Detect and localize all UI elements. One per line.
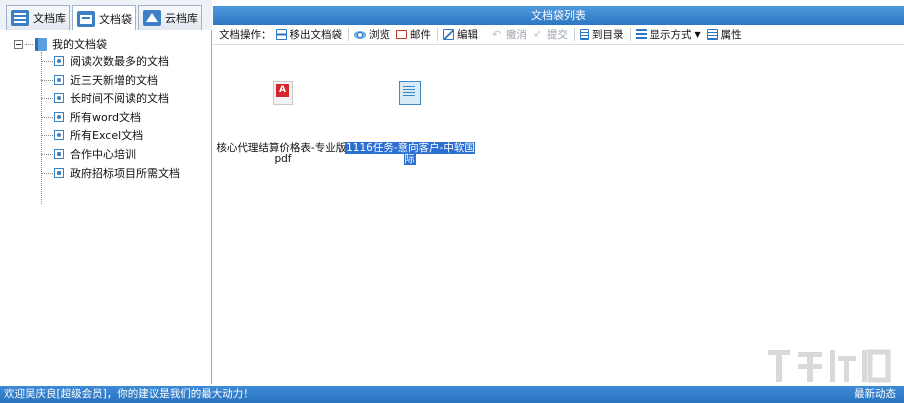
undo-button[interactable]: ↶ 撤消 (492, 27, 527, 42)
tree-item[interactable]: 所有word文档 (41, 109, 141, 125)
latest-news-link[interactable]: 最新动态 (854, 386, 896, 403)
tree-item-label: 阅读次数最多的文档 (70, 55, 169, 68)
tab-label: 文档库 (33, 12, 66, 25)
file-name: 核心代理结算价格表-专业版. pdf (216, 143, 349, 165)
tab-label: 文档袋 (99, 12, 132, 26)
tree-item-label: 所有Excel文档 (70, 129, 144, 142)
tree-item[interactable]: 政府招标项目所需文档 (41, 165, 180, 181)
browse-button[interactable]: 浏览 (354, 27, 390, 42)
tree-item-label: 合作中心培训 (70, 148, 136, 161)
submit-label: 提交 (547, 29, 568, 41)
toolbar-separator (629, 28, 631, 41)
toolbar-separator (574, 28, 575, 41)
tree-item-label: 政府招标项目所需文档 (70, 167, 180, 180)
file-name-line2: pdf (274, 153, 292, 165)
person-node-icon (54, 168, 64, 178)
tree-connector (25, 43, 33, 45)
tree-item[interactable]: 合作中心培训 (41, 146, 136, 162)
submit-button[interactable]: ➶ 提交 (533, 27, 568, 42)
excel-file-icon (399, 81, 421, 105)
mail-button[interactable]: 邮件 (396, 27, 431, 42)
tree-root-label: 我的文档袋 (52, 38, 107, 51)
undo-label: 撤消 (506, 29, 527, 41)
toolbar-prefix: 文档操作： (219, 29, 272, 41)
pencil-icon (443, 29, 454, 40)
tree-connector (41, 134, 53, 136)
move-out-label: 移出文档袋 (289, 29, 343, 41)
to-directory-label: 到目录 (592, 29, 624, 41)
status-welcome-text: 欢迎吴庆良[超级会员]，你的建议是我们的最大动力！ (4, 388, 254, 400)
toolbar-separator (348, 28, 349, 41)
edit-button[interactable]: 编辑 (443, 27, 478, 42)
file-item-excel[interactable]: 1116任务-意向客户-中软国际 (345, 81, 475, 165)
file-name-line1: 1116任务-意向客户-中软国际 (345, 142, 475, 165)
view-node-icon (54, 130, 64, 140)
tree-item[interactable]: 长时间不阅读的文档 (41, 90, 169, 106)
view-node-icon (54, 56, 64, 66)
tree-item-label: 近三天新增的文档 (70, 74, 158, 87)
display-mode-label: 显示方式 (649, 29, 692, 41)
tree-item-label: 长时间不阅读的文档 (70, 92, 169, 105)
folder-icon (77, 10, 95, 27)
tree-connector (41, 97, 53, 99)
tab-label: 云档库 (165, 12, 198, 25)
file-name-selected: 1116任务-意向客户-中软国际 (345, 142, 475, 165)
dropdown-arrow-icon: ▼ (694, 30, 701, 39)
tree-item[interactable]: 近三天新增的文档 (41, 72, 158, 88)
tab-document-bag[interactable]: 文档袋 (72, 5, 136, 31)
tree-item-label: 所有word文档 (70, 111, 142, 124)
document-toolbar: 文档操作： 移出文档袋 浏览 邮件 编辑 ↶ 撤消 ➶ 提交 到目录 显示方式 … (213, 25, 904, 45)
to-directory-button[interactable]: 到目录 (580, 27, 624, 42)
tree-root[interactable]: 我的文档袋 (14, 36, 107, 52)
eye-icon (354, 30, 366, 39)
display-mode-dropdown[interactable]: 显示方式 ▼ (635, 27, 701, 42)
tree-item[interactable]: 所有Excel文档 (41, 127, 143, 143)
left-tab-strip: 文档库 文档袋 云档库 (0, 0, 212, 31)
status-bar: 欢迎吴庆良[超级会员]，你的建议是我们的最大动力！ 最新动态 (0, 386, 904, 403)
file-item-pdf[interactable]: 核心代理结算价格表-专业版. pdf (213, 81, 353, 165)
list-icon (11, 10, 29, 26)
panel-title: 文档袋列表 (213, 6, 904, 25)
tree-connector (41, 116, 53, 118)
tree-connector (41, 79, 53, 81)
edit-label: 编辑 (457, 29, 478, 41)
move-out-button[interactable]: 移出文档袋 (275, 27, 343, 42)
tree-connector (41, 60, 53, 62)
view-node-icon (54, 75, 64, 85)
properties-button[interactable]: 属性 (706, 27, 742, 42)
file-area: 核心代理结算价格表-专业版. pdf 1116任务-意向客户-中软国际 (213, 45, 904, 385)
cloud-icon (143, 10, 161, 26)
undo-icon: ↶ (492, 28, 502, 41)
pdf-file-icon (273, 81, 293, 105)
person-node-icon (54, 149, 64, 159)
toolbar-separator (437, 28, 438, 41)
tab-document-library[interactable]: 文档库 (6, 5, 70, 30)
tree-connector (41, 153, 53, 155)
browse-label: 浏览 (369, 29, 390, 41)
document-icon (580, 29, 589, 40)
view-node-icon (54, 93, 64, 103)
move-out-icon (275, 29, 287, 40)
mail-icon (396, 30, 407, 39)
view-node-icon (54, 112, 64, 122)
properties-icon (706, 29, 718, 40)
mail-label: 邮件 (410, 29, 431, 41)
document-bag-tree: 我的文档袋 阅读次数最多的文档 近三天新增的文档 长时间不阅读的文档 所有wor… (0, 30, 212, 384)
tree-connector (41, 172, 53, 174)
send-icon: ➶ (533, 29, 542, 40)
collapse-icon[interactable] (14, 39, 23, 49)
view-list-icon (635, 29, 647, 40)
tree-item[interactable]: 阅读次数最多的文档 (41, 53, 169, 69)
properties-label: 属性 (720, 29, 742, 41)
tab-cloud-library[interactable]: 云档库 (138, 5, 202, 30)
book-icon (35, 37, 47, 51)
